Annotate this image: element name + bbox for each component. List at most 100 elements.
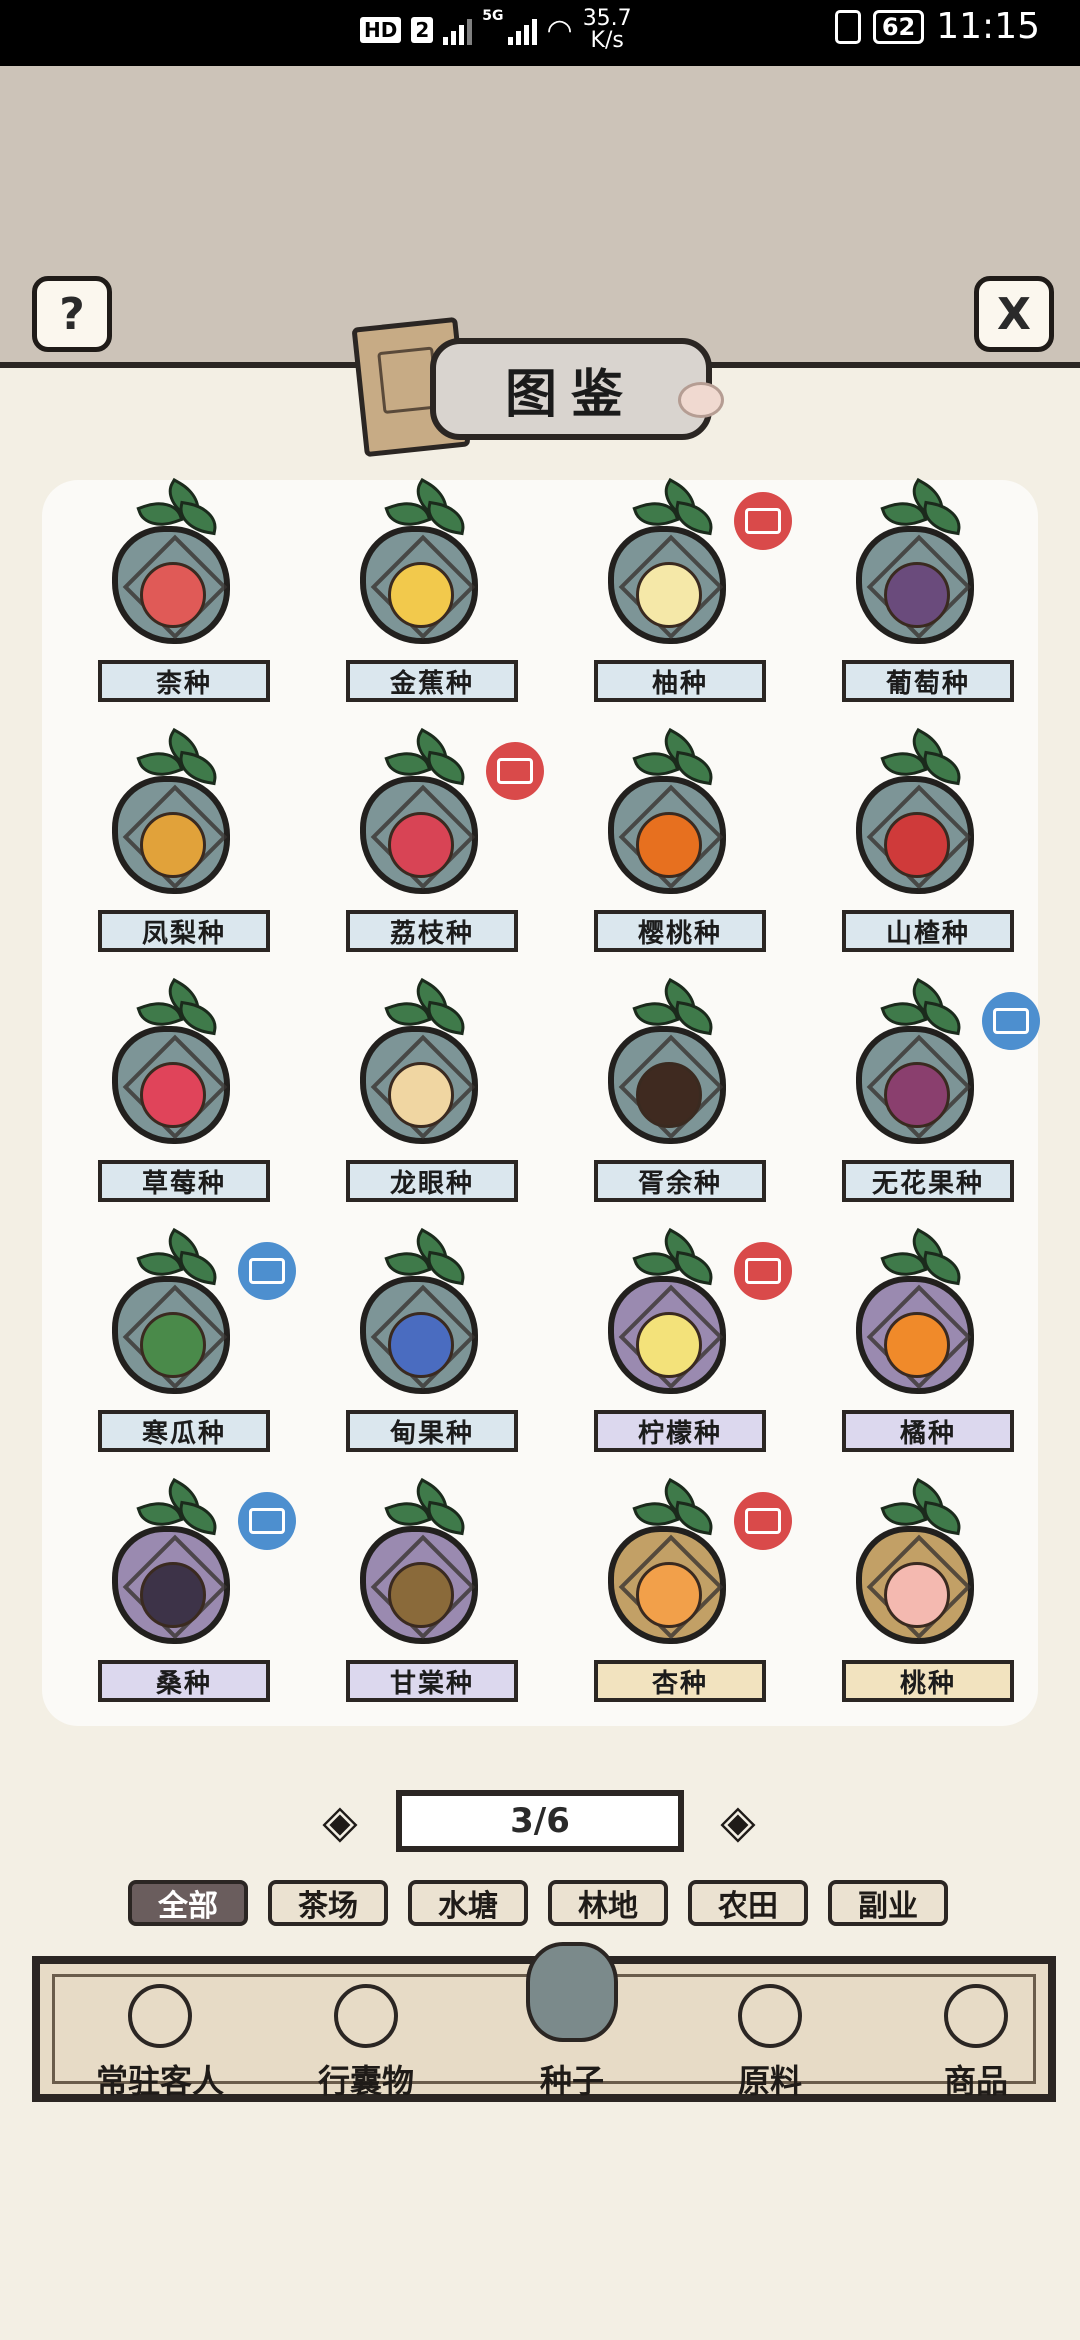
fruit-icon <box>884 812 950 878</box>
leaf-icon <box>632 727 717 786</box>
seed-card[interactable]: 葡萄种 <box>806 477 1026 702</box>
seed-bag-icon <box>526 1942 618 2042</box>
fruit-icon <box>388 1312 454 1378</box>
nav-item[interactable]: 商品 <box>886 1964 1066 2110</box>
seed-name: 葡萄种 <box>842 660 1014 702</box>
seed-card[interactable]: 寒瓜种 <box>62 1227 296 1452</box>
nav-label: 商品 <box>943 2062 1008 2100</box>
fruit-icon <box>388 812 454 878</box>
status-left: HD 2 5G ◠ 35.7 K/s <box>360 8 632 52</box>
nav-item[interactable]: 行囊物 <box>276 1964 456 2110</box>
fruit-icon <box>884 1062 950 1128</box>
leaf-icon <box>880 727 965 786</box>
seed-card[interactable]: 桑种 <box>62 1477 296 1702</box>
fruit-icon <box>636 812 702 878</box>
leaf-icon <box>136 1227 221 1286</box>
seed-card[interactable]: 柠檬种 <box>558 1227 792 1452</box>
arrow-right-icon: ◈ <box>720 1794 756 1848</box>
fruit-icon <box>636 1312 702 1378</box>
seed-card[interactable]: 杏种 <box>558 1477 792 1702</box>
seed-card[interactable]: 甘棠种 <box>310 1477 530 1702</box>
nav-item[interactable]: 种子 <box>482 1942 662 2110</box>
seed-card[interactable]: 樱桃种 <box>558 727 778 952</box>
seed-card[interactable]: 胥余种 <box>558 977 778 1202</box>
seed-card[interactable]: 橘种 <box>806 1227 1026 1452</box>
seed-card[interactable]: 无花果种 <box>806 977 1040 1202</box>
close-button[interactable]: X <box>974 276 1054 352</box>
help-button[interactable]: ? <box>32 276 112 352</box>
nav-item[interactable]: 原料 <box>680 1964 860 2110</box>
fruit-icon <box>388 562 454 628</box>
leaf-icon <box>384 977 469 1036</box>
seed-name: 荔枝种 <box>346 910 518 952</box>
page-indicator: 3/6 <box>396 1790 684 1852</box>
leaf-icon <box>738 1984 802 2048</box>
seed-name: 杏种 <box>594 1660 766 1702</box>
next-page-button[interactable]: ◈ <box>698 1794 778 1848</box>
leaf-icon <box>384 727 469 786</box>
seed-name: 桑种 <box>98 1660 270 1702</box>
header-band <box>0 66 1080 366</box>
seed-name: 胥余种 <box>594 1160 766 1202</box>
seed-catalog-panel: 柰种 金蕉种 柚种 葡萄种凤梨种 荔枝种 樱桃种 山楂种草莓种 龙眼种 胥余种 无花果种寒瓜种 甸果… <box>42 477 1040 1726</box>
season-badge-icon <box>734 1492 792 1550</box>
seed-name: 凤梨种 <box>98 910 270 952</box>
filter-tab[interactable]: 林地 <box>548 1880 668 1926</box>
fruit-icon <box>884 562 950 628</box>
leaf-icon <box>384 1227 469 1286</box>
leaf-icon <box>136 977 221 1036</box>
fruit-icon <box>388 1062 454 1128</box>
close-icon: X <box>997 288 1031 340</box>
signal-icon-2 <box>507 15 537 45</box>
season-badge-icon <box>734 492 792 550</box>
seed-card[interactable]: 柰种 <box>62 477 282 702</box>
season-badge-icon <box>734 1242 792 1300</box>
leaf-icon <box>632 1227 717 1286</box>
seed-card[interactable]: 山楂种 <box>806 727 1026 952</box>
seed-name: 柠檬种 <box>594 1410 766 1452</box>
prev-page-button[interactable]: ◈ <box>300 1794 380 1848</box>
seed-name: 甸果种 <box>346 1410 518 1452</box>
bowl-badge-icon <box>238 1242 296 1300</box>
fruit-icon <box>140 1562 206 1628</box>
filter-tab[interactable]: 全部 <box>128 1880 248 1926</box>
clock: 11:15 <box>936 6 1040 47</box>
seed-name: 金蕉种 <box>346 660 518 702</box>
fruit-icon <box>140 812 206 878</box>
wifi-icon: ◠ <box>546 12 573 48</box>
seed-card[interactable]: 柚种 <box>558 477 792 702</box>
season-badge-icon <box>486 742 544 800</box>
fruit-icon <box>140 562 206 628</box>
nav-label: 种子 <box>539 2062 604 2100</box>
leaf-icon <box>632 1477 717 1536</box>
fruit-icon <box>884 1562 950 1628</box>
hd-indicator: HD <box>360 17 402 43</box>
filter-tab[interactable]: 副业 <box>828 1880 948 1926</box>
battery-indicator: 62 <box>872 9 925 44</box>
bowl-badge-icon <box>982 992 1040 1050</box>
seed-card[interactable]: 凤梨种 <box>62 727 282 952</box>
seed-name: 龙眼种 <box>346 1160 518 1202</box>
signal-icon <box>443 15 473 45</box>
leaf-icon <box>632 477 717 536</box>
leaf-icon <box>384 477 469 536</box>
leaf-icon <box>136 727 221 786</box>
seed-card[interactable]: 金蕉种 <box>310 477 530 702</box>
seed-name: 桃种 <box>842 1660 1014 1702</box>
nav-item[interactable]: 常驻客人 <box>70 1964 250 2110</box>
seed-name: 寒瓜种 <box>98 1410 270 1452</box>
seed-name: 柰种 <box>98 660 270 702</box>
seed-card[interactable]: 甸果种 <box>310 1227 530 1452</box>
filter-tab[interactable]: 茶场 <box>268 1880 388 1926</box>
seed-name: 甘棠种 <box>346 1660 518 1702</box>
seed-card[interactable]: 荔枝种 <box>310 727 544 952</box>
seed-card[interactable]: 桃种 <box>806 1477 1026 1702</box>
filter-tab[interactable]: 农田 <box>688 1880 808 1926</box>
seed-card[interactable]: 龙眼种 <box>310 977 530 1202</box>
seed-grid: 柰种 金蕉种 柚种 葡萄种凤梨种 荔枝种 樱桃种 山楂种草莓种 龙眼种 胥余种 无花果种寒瓜种 甸果… <box>42 477 1040 1726</box>
seed-card[interactable]: 草莓种 <box>62 977 282 1202</box>
flower-icon <box>678 382 724 418</box>
nav-label: 常驻客人 <box>95 2062 224 2100</box>
status-bar: HD 2 5G ◠ 35.7 K/s 62 11:15 <box>0 0 1080 66</box>
filter-tab[interactable]: 水塘 <box>408 1880 528 1926</box>
